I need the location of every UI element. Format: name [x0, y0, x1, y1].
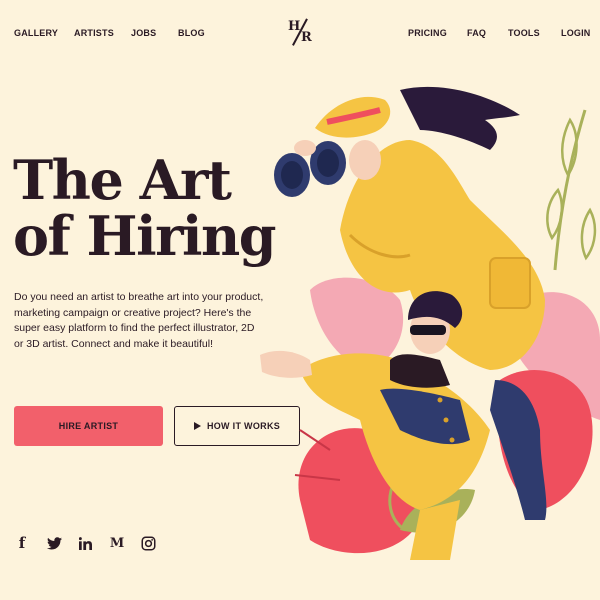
instagram-icon[interactable] — [140, 535, 156, 551]
linkedin-icon[interactable] — [78, 535, 92, 551]
nav-faq[interactable]: FAQ — [467, 28, 486, 38]
nav-artists[interactable]: ARTISTS — [74, 28, 114, 38]
nav-tools[interactable]: TOOLS — [508, 28, 540, 38]
facebook-icon[interactable]: f — [16, 534, 28, 552]
play-icon — [193, 422, 201, 430]
coat-button-2 — [443, 417, 449, 423]
medium-glyph: M — [109, 535, 125, 551]
woman-face — [349, 140, 381, 180]
coat-button-3 — [449, 437, 455, 443]
nav-jobs[interactable]: JOBS — [131, 28, 156, 38]
pointing-hand — [260, 350, 312, 378]
hair — [400, 86, 520, 150]
nav-login[interactable]: LOGIN — [561, 28, 591, 38]
binocular-left-lens — [281, 161, 303, 189]
medium-icon[interactable]: M — [110, 535, 124, 551]
coat-pocket — [489, 257, 531, 309]
hero-description: Do you need an artist to breathe art int… — [14, 291, 264, 350]
logo-letter-r: R — [301, 30, 312, 45]
logo[interactable]: H R — [285, 18, 315, 46]
nav-pricing[interactable]: PRICING — [408, 28, 447, 38]
sunglasses — [410, 325, 446, 335]
hero-illustration — [260, 86, 600, 560]
branch-stem — [553, 109, 587, 271]
binocular-right-lens — [317, 149, 339, 177]
nav-blog[interactable]: BLOG — [178, 28, 205, 38]
branch-leaf-3 — [580, 207, 597, 261]
woman-hand — [294, 140, 316, 156]
hire-artist-button[interactable]: HIRE ARTIST — [14, 406, 163, 446]
twitter-icon[interactable] — [46, 535, 62, 551]
man-shirt — [390, 354, 450, 388]
nav-gallery[interactable]: GALLERY — [14, 28, 58, 38]
facebook-glyph: f — [18, 534, 26, 552]
coat-button-1 — [437, 397, 443, 403]
